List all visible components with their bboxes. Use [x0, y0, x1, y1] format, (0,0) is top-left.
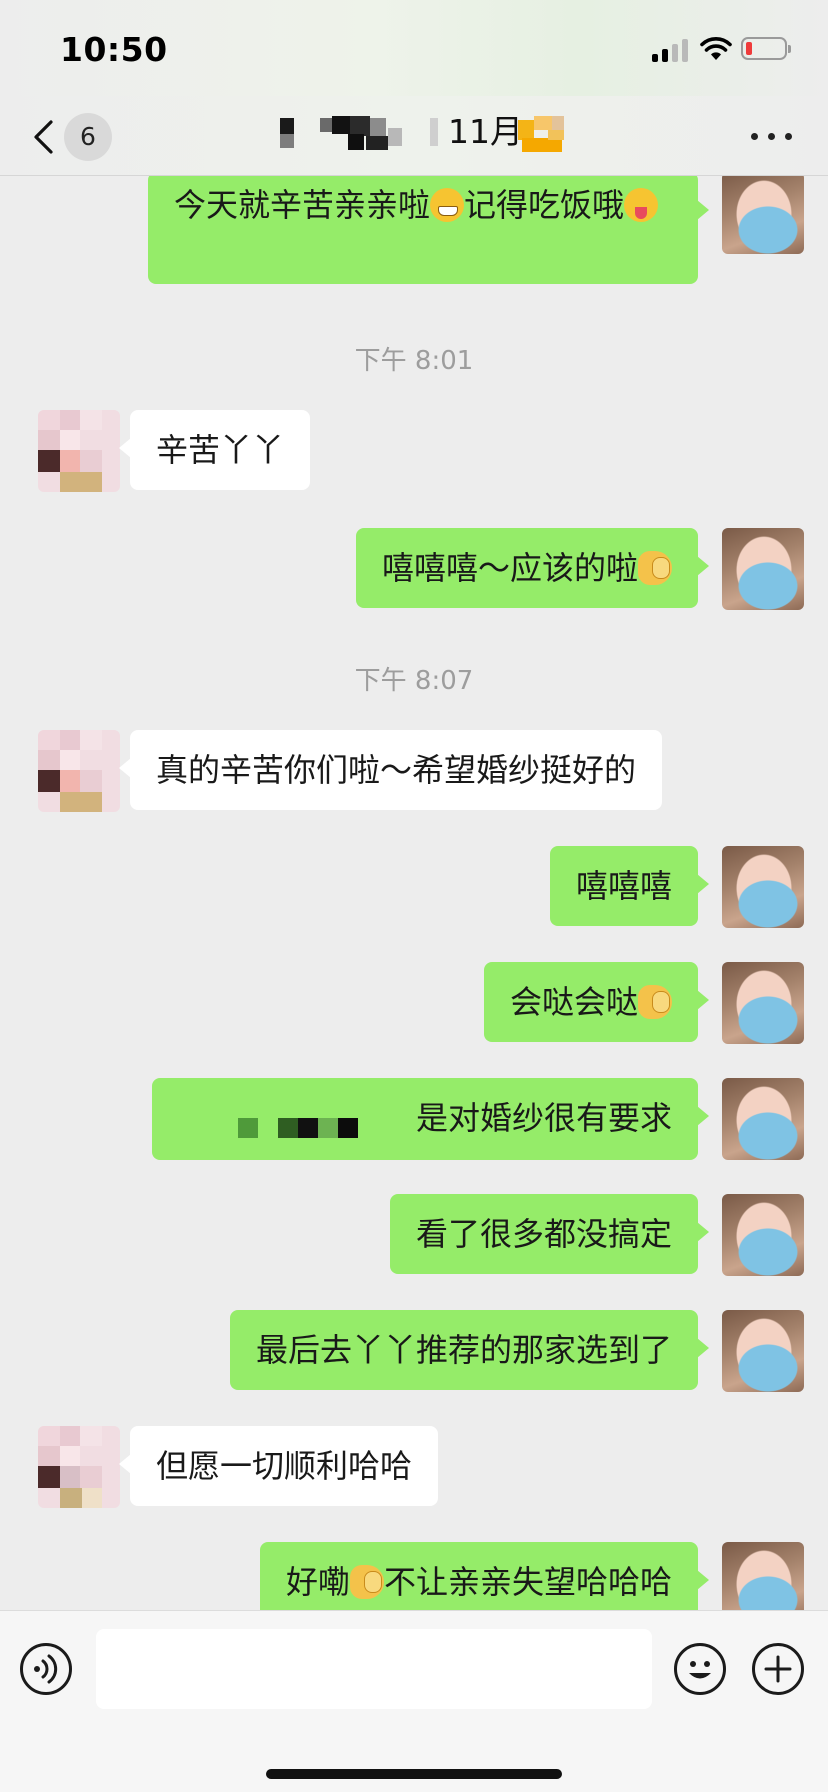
grin-emoji-icon: [430, 188, 465, 222]
unread-count-badge: 6: [64, 113, 112, 161]
message-row-outgoing: 今天就辛苦亲亲啦 记得吃饭哦: [0, 176, 828, 284]
hand-over-mouth-emoji-icon: [349, 1565, 384, 1599]
message-text: 会哒会哒: [510, 983, 672, 1021]
back-button[interactable]: 6: [26, 112, 126, 162]
cellular-signal-icon: [652, 38, 688, 62]
chat-header: 6 11月: [0, 96, 828, 176]
wifi-icon: [700, 37, 732, 60]
message-timestamp: 下午 8:01: [354, 346, 474, 376]
message-bubble-outgoing[interactable]: 今天就辛苦亲亲啦 记得吃饭哦: [148, 176, 709, 284]
message-row-outgoing: 是对婚纱很有要求: [0, 1078, 828, 1160]
message-bubble-outgoing[interactable]: 是对婚纱很有要求: [152, 1078, 709, 1160]
message-bubble-incoming[interactable]: 真的辛苦你们啦～希望婚纱挺好的: [118, 730, 663, 810]
message-bubble-outgoing[interactable]: 嘻嘻嘻: [549, 846, 710, 926]
message-row-outgoing: 看了很多都没搞定: [0, 1194, 828, 1276]
message-row-outgoing: 会哒会哒: [0, 962, 828, 1044]
message-text: 嘻嘻嘻～应该的啦: [382, 549, 672, 587]
emoji-button[interactable]: [674, 1643, 726, 1695]
input-bar: [0, 1610, 828, 1792]
tongue-emoji-icon: [624, 188, 659, 222]
chevron-left-icon: [34, 120, 53, 154]
message-bubble-outgoing[interactable]: 看了很多都没搞定: [389, 1194, 710, 1274]
home-indicator: [266, 1769, 562, 1779]
message-bubble-outgoing[interactable]: 好嘞 不让亲亲失望哈哈哈: [259, 1542, 710, 1610]
avatar-self[interactable]: [722, 176, 804, 254]
message-row-outgoing: 嘻嘻嘻～应该的啦: [0, 528, 828, 610]
more-functions-button[interactable]: [752, 1643, 804, 1695]
message-timestamp: 下午 8:07: [354, 666, 474, 696]
message-bubble-outgoing[interactable]: 嘻嘻嘻～应该的啦: [355, 528, 710, 608]
message-bubble-outgoing[interactable]: 最后去丫丫推荐的那家选到了: [229, 1310, 710, 1390]
avatar-self[interactable]: [722, 528, 804, 610]
avatar-self[interactable]: [722, 846, 804, 928]
status-time: 10:50: [60, 30, 168, 69]
avatar-self[interactable]: [722, 1194, 804, 1276]
message-row-incoming: 辛苦丫丫: [0, 410, 828, 492]
hand-over-mouth-emoji-icon: [638, 551, 672, 585]
message-row-incoming: 真的辛苦你们啦～希望婚纱挺好的: [0, 730, 828, 812]
avatar-friend-censored[interactable]: [38, 410, 120, 492]
message-list[interactable]: 今天就辛苦亲亲啦 记得吃饭哦 下午 8:01 辛苦丫丫 嘻嘻嘻～应该的啦 下午 8…: [0, 176, 828, 1610]
message-bubble-outgoing[interactable]: 会哒会哒: [483, 962, 710, 1042]
message-text: 今天就辛苦亲亲啦 记得吃饭哦: [174, 186, 659, 224]
avatar-self[interactable]: [722, 1310, 804, 1392]
message-input[interactable]: [96, 1629, 652, 1709]
chat-title[interactable]: 11月: [270, 106, 570, 166]
avatar-self[interactable]: [722, 1542, 804, 1610]
message-bubble-incoming[interactable]: 但愿一切顺利哈哈: [118, 1426, 439, 1506]
message-row-outgoing: 最后去丫丫推荐的那家选到了: [0, 1310, 828, 1392]
message-bubble-incoming[interactable]: 辛苦丫丫: [118, 410, 311, 490]
message-text: 是对婚纱很有要求: [415, 1099, 672, 1137]
status-bar: 10:50: [0, 0, 828, 96]
avatar-friend-censored[interactable]: [38, 1426, 120, 1508]
battery-low-icon: [741, 37, 791, 60]
emoji-icon: [689, 1661, 711, 1679]
hand-over-mouth-emoji-icon: [638, 985, 672, 1019]
voice-input-icon: [34, 1654, 58, 1684]
avatar-self[interactable]: [722, 962, 804, 1044]
plus-icon: [764, 1655, 792, 1683]
message-row-incoming: 但愿一切顺利哈哈: [0, 1426, 828, 1508]
chat-title-text: 11月: [448, 112, 523, 151]
avatar-self[interactable]: [722, 1078, 804, 1160]
message-row-outgoing: 嘻嘻嘻: [0, 846, 828, 928]
voice-input-button[interactable]: [20, 1643, 72, 1695]
more-options-button[interactable]: [748, 122, 798, 152]
message-text: 好嘞 不让亲亲失望哈哈哈: [285, 1563, 672, 1601]
message-row-outgoing: 好嘞 不让亲亲失望哈哈哈: [0, 1542, 828, 1610]
avatar-friend-censored[interactable]: [38, 730, 120, 812]
